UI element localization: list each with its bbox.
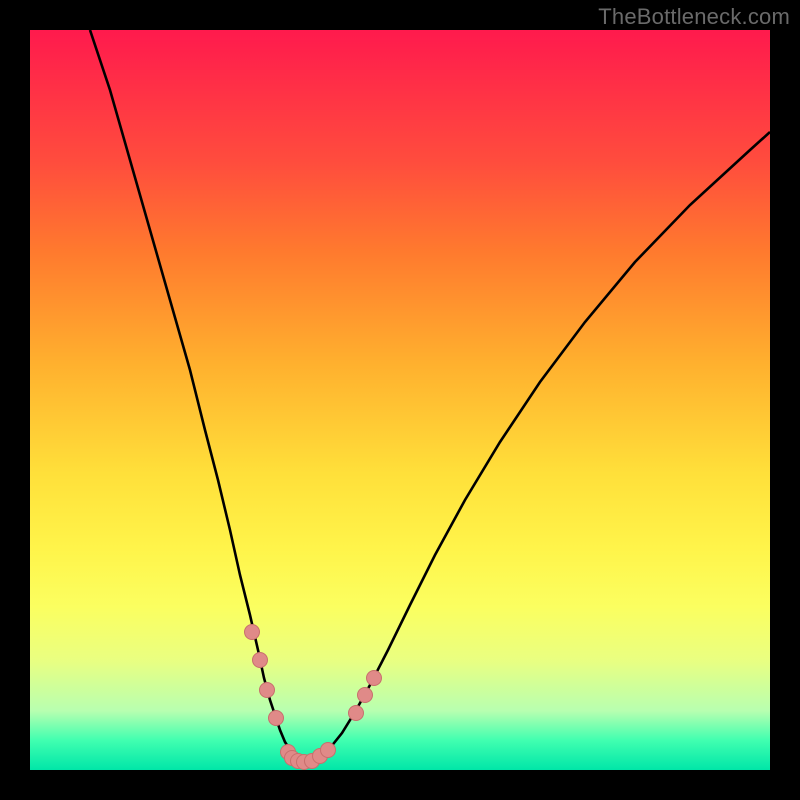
data-point bbox=[357, 687, 373, 703]
data-point bbox=[268, 710, 284, 726]
plot-area bbox=[30, 30, 770, 770]
data-point bbox=[366, 670, 382, 686]
left-curve bbox=[90, 30, 305, 762]
right-curve bbox=[305, 132, 770, 762]
curve-layer bbox=[30, 30, 770, 770]
data-point bbox=[320, 742, 336, 758]
data-point bbox=[348, 705, 364, 721]
watermark-text: TheBottleneck.com bbox=[598, 4, 790, 30]
data-point bbox=[259, 682, 275, 698]
data-point bbox=[244, 624, 260, 640]
chart-frame: TheBottleneck.com bbox=[0, 0, 800, 800]
data-point bbox=[252, 652, 268, 668]
